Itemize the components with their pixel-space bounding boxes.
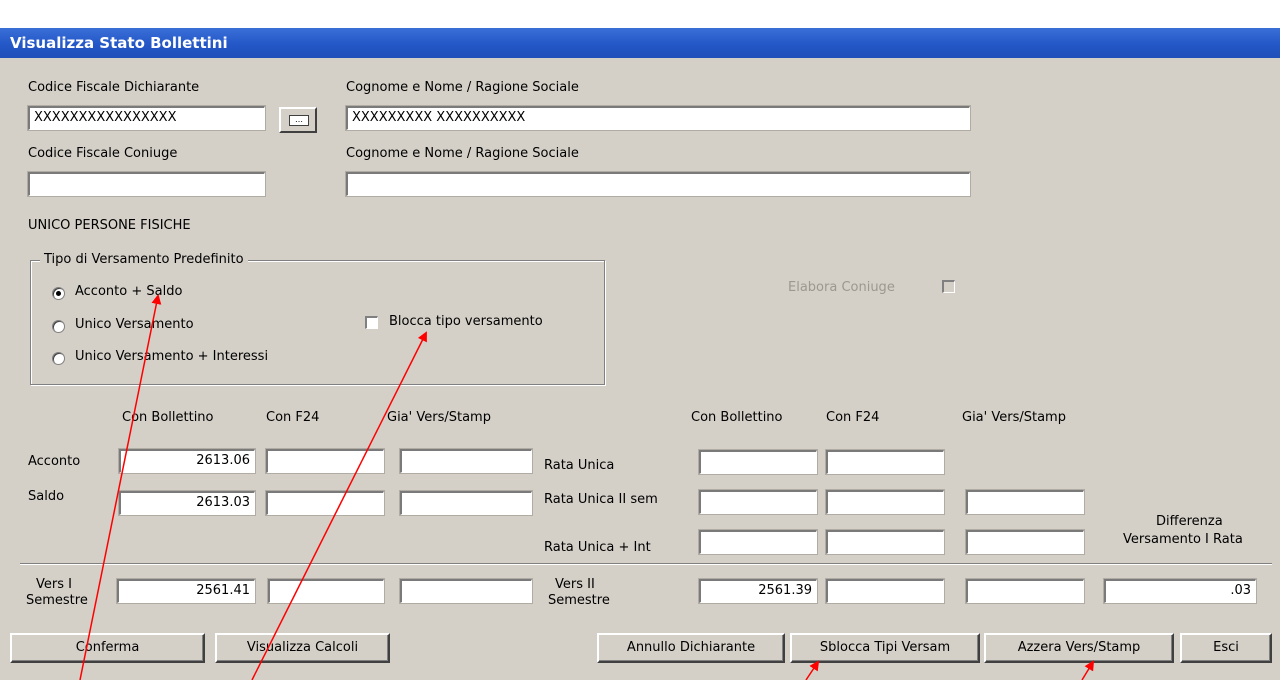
nome-dichiarante-label: Cognome e Nome / Ragione Sociale [346, 80, 579, 95]
differenza-label-2: Versamento I Rata [1123, 532, 1243, 547]
left-header-f24: Con F24 [266, 410, 320, 425]
right-header-bollettino: Con Bollettino [691, 410, 783, 425]
rata-unica-int-bollettino-field[interactable] [699, 530, 817, 554]
rata-unica-int-f24-field[interactable] [826, 530, 944, 554]
vers1-bollettino-field[interactable]: 2561.41 [117, 579, 255, 603]
left-header-bollettino: Con Bollettino [122, 410, 214, 425]
right-header-gia-vers: Gia' Vers/Stamp [962, 410, 1066, 425]
blocca-tipo-label[interactable]: Blocca tipo versamento [389, 314, 543, 329]
row-label-rata-unica-int: Rata Unica + Int [544, 540, 651, 555]
row-label-acconto: Acconto [28, 454, 81, 469]
radio-acconto-saldo[interactable] [52, 287, 65, 300]
vers2-label-2: Semestre [548, 593, 610, 608]
title-bar: Visualizza Stato Bollettini [0, 28, 1280, 58]
row-label-saldo: Saldo [28, 489, 65, 504]
annullo-dichiarante-button[interactable]: Annullo Dichiarante [597, 633, 785, 663]
radio-acconto-saldo-label[interactable]: Acconto + Saldo [75, 284, 182, 299]
vers2-f24-field[interactable] [826, 579, 944, 603]
blocca-tipo-checkbox[interactable] [365, 316, 378, 329]
radio-unico-interessi-label[interactable]: Unico Versamento + Interessi [75, 349, 268, 364]
vers1-label-2: Semestre [26, 593, 88, 608]
tipo-versamento-group-label: Tipo di Versamento Predefinito [40, 252, 248, 267]
nome-coniuge-label: Cognome e Nome / Ragione Sociale [346, 146, 579, 161]
esci-button[interactable]: Esci [1180, 633, 1272, 663]
cf-dichiarante-label: Codice Fiscale Dichiarante [28, 80, 200, 95]
radio-unico-interessi[interactable] [52, 352, 65, 365]
rata-unica-ii-gia-vers-field[interactable] [966, 490, 1084, 514]
right-header-f24: Con F24 [826, 410, 880, 425]
acconto-gia-vers-field[interactable] [400, 449, 532, 473]
differenza-field[interactable]: .03 [1104, 579, 1256, 603]
vers2-gia-vers-field[interactable] [966, 579, 1084, 603]
row-label-rata-unica: Rata Unica [544, 458, 615, 473]
section-title: UNICO PERSONE FISICHE [28, 218, 191, 233]
left-header-gia-vers: Gia' Vers/Stamp [387, 410, 491, 425]
acconto-bollettino-field[interactable]: 2613.06 [119, 449, 255, 473]
nome-coniuge-field[interactable] [346, 172, 970, 196]
ellipsis-icon: … [289, 115, 309, 126]
radio-unico-versamento[interactable] [52, 320, 65, 333]
browse-button[interactable]: … [279, 107, 317, 133]
rata-unica-ii-f24-field[interactable] [826, 490, 944, 514]
cf-coniuge-label: Codice Fiscale Coniuge [28, 146, 178, 161]
dialog-window: Visualizza Stato Bollettini Codice Fisca… [0, 28, 1280, 680]
differenza-label: Differenza [1156, 514, 1223, 529]
row-label-rata-unica-ii: Rata Unica II sem [544, 492, 658, 507]
conferma-button[interactable]: Conferma [10, 633, 205, 663]
separator-line [20, 563, 1272, 565]
azzera-button[interactable]: Azzera Vers/Stamp [984, 633, 1174, 663]
rata-unica-bollettino-field[interactable] [699, 450, 817, 474]
rata-unica-int-gia-vers-field[interactable] [966, 530, 1084, 554]
vers1-gia-vers-field[interactable] [400, 579, 532, 603]
saldo-bollettino-field[interactable]: 2613.03 [119, 491, 255, 515]
elabora-coniuge-label: Elabora Coniuge [788, 280, 895, 295]
rata-unica-f24-field[interactable] [826, 450, 944, 474]
window-title: Visualizza Stato Bollettini [10, 34, 228, 52]
nome-dichiarante-field[interactable]: XXXXXXXXX XXXXXXXXXX [346, 106, 970, 130]
radio-unico-versamento-label[interactable]: Unico Versamento [75, 317, 194, 332]
cf-coniuge-field[interactable] [28, 172, 265, 196]
vers2-label: Vers II [555, 577, 595, 592]
cf-dichiarante-field[interactable]: XXXXXXXXXXXXXXXX [28, 106, 265, 130]
saldo-gia-vers-field[interactable] [400, 491, 532, 515]
elabora-coniuge-checkbox [942, 280, 955, 293]
sblocca-tipi-button[interactable]: Sblocca Tipi Versam [790, 633, 980, 663]
rata-unica-ii-bollettino-field[interactable] [699, 490, 817, 514]
vers1-f24-field[interactable] [268, 579, 384, 603]
visualizza-calcoli-button[interactable]: Visualizza Calcoli [215, 633, 390, 663]
saldo-f24-field[interactable] [266, 491, 384, 515]
vers2-bollettino-field[interactable]: 2561.39 [699, 579, 817, 603]
vers1-label: Vers I [36, 577, 72, 592]
acconto-f24-field[interactable] [266, 449, 384, 473]
